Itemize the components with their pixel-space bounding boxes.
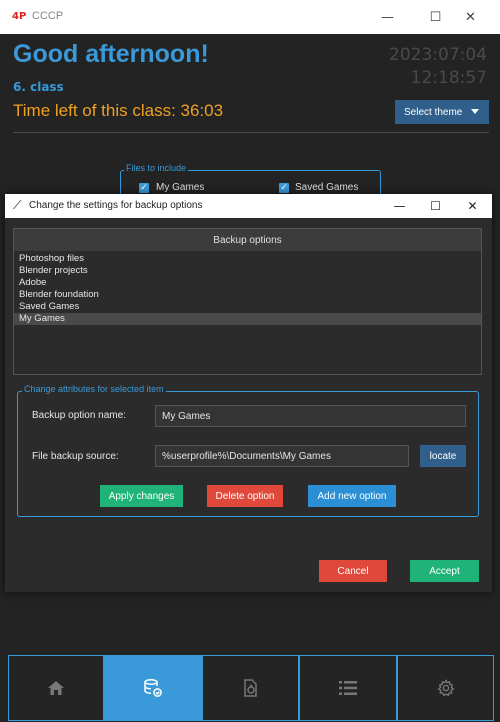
files-to-include-legend: Files to include <box>124 163 189 173</box>
file-sync-icon <box>243 679 257 697</box>
backup-options-list: Backup options Photoshop files Blender p… <box>13 228 482 375</box>
minimize-icon: — <box>393 199 406 213</box>
nav-backup-button[interactable] <box>104 655 202 721</box>
dialog-maximize-button[interactable]: ☐ <box>417 194 454 218</box>
change-attributes-legend: Change attributes for selected item <box>22 384 166 394</box>
dialog-title: Change the settings for backup options <box>29 200 203 211</box>
dialog-title-bar: ⟋ Change the settings for backup options… <box>5 194 492 218</box>
select-theme-label: Select theme <box>404 106 463 118</box>
list-icon <box>339 681 357 695</box>
accept-button[interactable]: Accept <box>410 560 479 582</box>
nav-list-button[interactable] <box>299 655 397 721</box>
window-title: CCCP <box>32 10 64 22</box>
close-icon: ✕ <box>467 199 478 213</box>
nav-restore-button[interactable] <box>202 655 299 721</box>
locate-button[interactable]: locate <box>420 445 466 467</box>
gear-icon <box>437 679 454 697</box>
list-item-selected[interactable]: My Games <box>14 313 481 325</box>
maximize-icon: ☐ <box>430 199 441 213</box>
clock-time: 12:18:57 <box>410 68 487 88</box>
backup-options-dialog: ⟋ Change the settings for backup options… <box>5 194 492 592</box>
backup-options-header: Backup options <box>14 229 481 251</box>
add-new-option-button[interactable]: Add new option <box>308 485 396 507</box>
home-icon <box>48 681 64 695</box>
list-item[interactable]: Blender projects <box>14 265 481 277</box>
backup-option-name-input[interactable]: My Games <box>155 405 466 427</box>
greeting-title: Good afternoon! <box>13 40 209 68</box>
dialog-minimize-button[interactable]: — <box>381 194 418 218</box>
clock-date: 2023:07:04 <box>389 45 487 65</box>
clock: 2023:07:04 12:18:57 <box>389 44 487 90</box>
nav-settings-button[interactable] <box>397 655 494 721</box>
cancel-button[interactable]: Cancel <box>319 560 387 582</box>
header-divider <box>13 132 489 133</box>
class-label: 6. class <box>13 80 64 94</box>
file-backup-source-input[interactable]: %userprofile%\Documents\My Games <box>155 445 409 467</box>
app-logo-icon: 4P <box>12 11 27 22</box>
checkbox-my-games-label: My Games <box>156 182 205 193</box>
dialog-close-button[interactable]: ✕ <box>454 194 491 218</box>
list-item[interactable]: Saved Games <box>14 301 481 313</box>
chevron-down-icon <box>471 109 479 114</box>
select-theme-dropdown[interactable]: Select theme <box>395 100 489 124</box>
time-left-label: Time left of this class: 36:03 <box>13 101 224 120</box>
apply-changes-button[interactable]: Apply changes <box>100 485 183 507</box>
minimize-icon: — <box>381 9 394 25</box>
list-item[interactable]: Photoshop files <box>14 253 481 265</box>
close-button[interactable]: ✕ <box>448 0 493 34</box>
checkbox-saved-games[interactable]: ✓ <box>279 183 289 193</box>
main-title-bar: 4P CCCP — ☐ ✕ <box>0 0 500 34</box>
maximize-icon: ☐ <box>429 9 442 25</box>
database-sync-icon <box>144 679 162 697</box>
delete-option-button[interactable]: Delete option <box>207 485 283 507</box>
backup-option-name-label: Backup option name: <box>32 410 126 421</box>
file-backup-source-label: File backup source: <box>32 451 119 462</box>
close-icon: ✕ <box>465 9 476 25</box>
nav-home-button[interactable] <box>8 655 104 721</box>
checkbox-saved-games-label: Saved Games <box>295 182 359 193</box>
checkbox-my-games[interactable]: ✓ <box>139 183 149 193</box>
minimize-button[interactable]: — <box>365 0 410 34</box>
list-item[interactable]: Blender foundation <box>14 289 481 301</box>
bottom-navigation <box>8 655 494 721</box>
feather-icon: ⟋ <box>13 198 22 212</box>
list-item[interactable]: Adobe <box>14 277 481 289</box>
